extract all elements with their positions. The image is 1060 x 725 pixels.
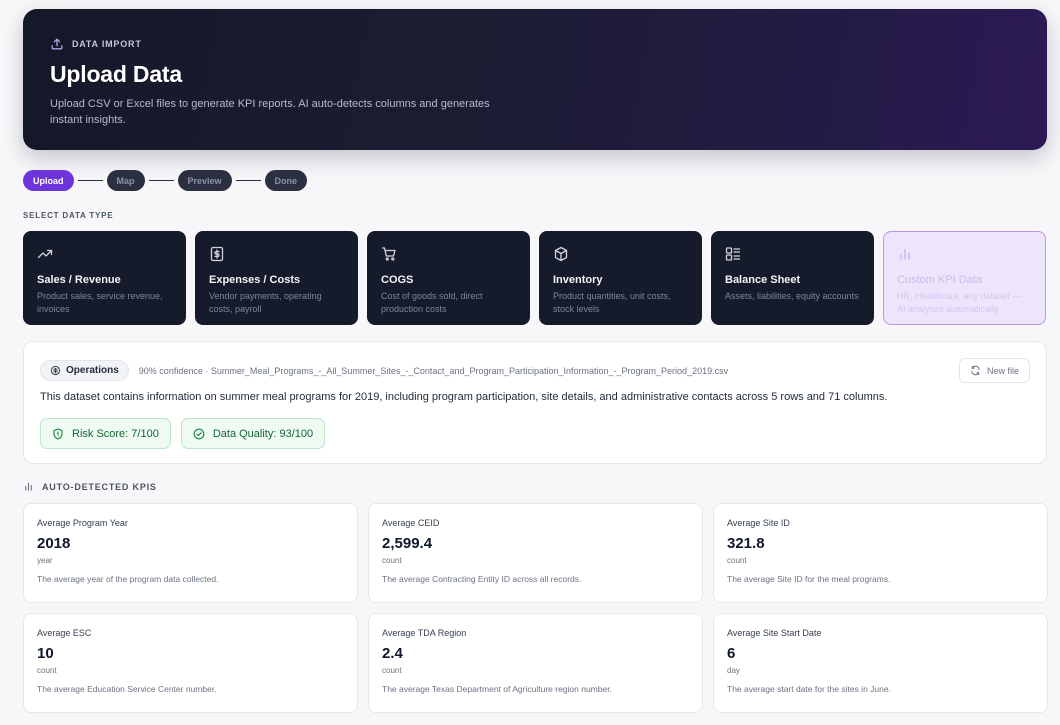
data-type-title: COGS xyxy=(381,274,414,286)
step-upload[interactable]: Upload xyxy=(23,170,74,191)
new-file-label: New file xyxy=(986,365,1019,376)
data-type-expenses-costs[interactable]: Expenses / Costs Vendor payments, operat… xyxy=(195,231,358,325)
step-done[interactable]: Done xyxy=(264,170,308,191)
kpi-unit: day xyxy=(727,666,740,675)
kpi-card: Average TDA Region 2.4 count The average… xyxy=(368,613,703,713)
bar-chart-icon xyxy=(900,249,910,260)
list-icon xyxy=(725,247,741,261)
dollar-icon xyxy=(210,246,224,262)
kpi-value: 6 xyxy=(727,645,736,662)
kpi-label: Average CEID xyxy=(382,518,440,528)
kpi-unit: count xyxy=(727,556,747,565)
data-type-title: Custom KPI Data xyxy=(897,274,982,286)
kpi-unit: count xyxy=(382,556,402,565)
kpi-unit: year xyxy=(37,556,53,565)
category-icon xyxy=(50,365,61,376)
kpi-description: The average Texas Department of Agricult… xyxy=(382,684,612,694)
category-label: Operations xyxy=(66,365,119,376)
kpi-card: Average Site ID 321.8 count The average … xyxy=(713,503,1048,603)
upload-icon xyxy=(51,38,63,50)
kpi-description: The average Contracting Entity ID across… xyxy=(382,574,582,584)
page-tag-label: DATA IMPORT xyxy=(72,39,142,49)
category-badge: Operations xyxy=(40,360,129,381)
data-type-inventory[interactable]: Inventory Product quantities, unit costs… xyxy=(539,231,702,325)
step-map[interactable]: Map xyxy=(106,170,145,191)
data-type-list: Sales / Revenue Product sales, service r… xyxy=(23,231,1046,325)
kpi-card: Average Site Start Date 6 day The averag… xyxy=(713,613,1048,713)
kpi-unit: count xyxy=(382,666,402,675)
dataset-summary: This dataset contains information on sum… xyxy=(40,391,888,403)
kpi-value: 2.4 xyxy=(382,645,403,662)
page-tag: DATA IMPORT xyxy=(50,37,1020,51)
kpi-label: Average TDA Region xyxy=(382,628,467,638)
kpi-description: The average Site ID for the meal program… xyxy=(727,574,891,584)
refresh-icon xyxy=(971,365,980,376)
kpi-label: Average Site ID xyxy=(727,518,790,528)
kpi-label: Average ESC xyxy=(37,628,92,638)
data-quality-badge: Data Quality: 93/100 xyxy=(180,418,326,449)
data-type-custom-kpi[interactable]: Custom KPI Data HR, Healthcare, any data… xyxy=(883,231,1046,325)
kpi-description: The average year of the program data col… xyxy=(37,574,219,584)
data-type-title: Balance Sheet xyxy=(725,274,801,286)
analysis-panel: Operations 90% confidence · Summer_Meal_… xyxy=(23,341,1047,464)
step-connector xyxy=(77,180,103,181)
kpi-value: 2018 xyxy=(37,535,71,552)
risk-score-label: Risk Score: 7/100 xyxy=(72,427,159,440)
page-header: DATA IMPORT Upload Data Upload CSV or Ex… xyxy=(23,9,1047,150)
kpi-label: Average Program Year xyxy=(37,518,128,528)
shield-icon xyxy=(53,427,63,440)
risk-score-badge: Risk Score: 7/100 xyxy=(40,418,171,449)
data-type-title: Expenses / Costs xyxy=(209,274,301,286)
data-type-description: HR, Healthcare, any dataset — AI analyse… xyxy=(897,291,1022,314)
data-type-title: Sales / Revenue xyxy=(37,274,121,286)
kpi-section-label: AUTO-DETECTED KPIS xyxy=(42,481,157,492)
data-type-description: Product sales, service revenue, invoices xyxy=(37,291,163,314)
kpi-unit: count xyxy=(37,666,57,675)
kpi-value: 10 xyxy=(37,645,54,662)
kpi-value: 321.8 xyxy=(727,535,765,552)
data-type-balance-sheet[interactable]: Balance Sheet Assets, liabilities, equit… xyxy=(711,231,874,325)
data-type-description: Cost of goods sold, direct production co… xyxy=(381,291,483,314)
kpi-card: Average ESC 10 count The average Educati… xyxy=(23,613,358,713)
data-type-title: Inventory xyxy=(553,274,603,286)
data-type-description: Product quantities, unit costs, stock le… xyxy=(553,291,671,314)
kpi-grid: Average Program Year 2018 year The avera… xyxy=(23,503,1048,713)
data-quality-label: Data Quality: 93/100 xyxy=(212,427,314,440)
data-type-cogs[interactable]: COGS Cost of goods sold, direct producti… xyxy=(367,231,530,325)
kpi-card: Average Program Year 2018 year The avera… xyxy=(23,503,358,603)
stepper: Upload Map Preview Done xyxy=(23,170,308,191)
confidence-filename: 90% confidence · Summer_Meal_Programs_-_… xyxy=(138,365,729,376)
data-type-description: Assets, liabilities, equity accounts xyxy=(725,291,859,301)
trending-up-icon xyxy=(37,249,53,259)
bar-chart-icon xyxy=(25,482,32,491)
cart-icon xyxy=(381,247,396,261)
step-preview[interactable]: Preview xyxy=(177,170,232,191)
kpi-label: Average Site Start Date xyxy=(727,628,822,638)
step-connector xyxy=(235,180,261,181)
box-icon xyxy=(554,246,568,262)
kpi-description: The average Education Service Center num… xyxy=(37,684,217,694)
check-circle-icon xyxy=(193,428,205,439)
data-type-sales-revenue[interactable]: Sales / Revenue Product sales, service r… xyxy=(23,231,186,325)
page-description: Upload CSV or Excel files to generate KP… xyxy=(50,98,490,126)
page-title: Upload Data xyxy=(50,61,182,87)
data-type-description: Vendor payments, operating costs, payrol… xyxy=(209,291,322,314)
kpi-card: Average CEID 2,599.4 count The average C… xyxy=(368,503,703,603)
new-file-button[interactable]: New file xyxy=(958,358,1030,383)
data-type-section-label: SELECT DATA TYPE xyxy=(23,211,114,220)
step-connector xyxy=(148,180,174,181)
kpi-section-header: AUTO-DETECTED KPIS xyxy=(23,481,157,492)
kpi-description: The average start date for the sites in … xyxy=(727,684,891,694)
kpi-value: 2,599.4 xyxy=(382,535,433,552)
